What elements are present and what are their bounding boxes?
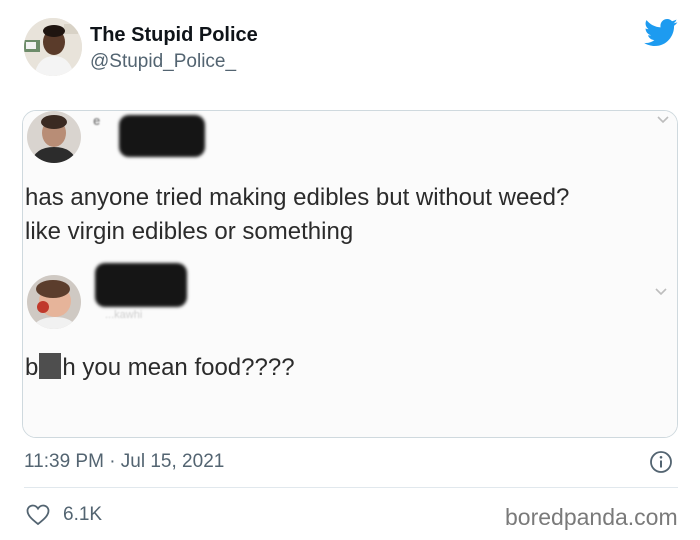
redaction-scribble bbox=[119, 115, 205, 157]
second-post-handle-fragment: ...kawhi bbox=[105, 309, 143, 321]
second-post-text-end: h you mean food???? bbox=[62, 354, 295, 381]
info-icon[interactable] bbox=[649, 450, 673, 474]
first-post-avatar bbox=[27, 111, 81, 163]
chevron-down-icon bbox=[655, 288, 667, 296]
redaction-scribble bbox=[95, 263, 187, 307]
tweet-timestamp[interactable]: 11:39 PM · Jul 15, 2021 bbox=[24, 451, 224, 473]
tweet-card: The Stupid Police @Stupid_Police_ e has … bbox=[0, 0, 700, 540]
like-count[interactable]: 6.1K bbox=[63, 504, 102, 526]
second-post-avatar bbox=[27, 275, 81, 329]
second-post-text-start: b bbox=[25, 354, 39, 381]
twitter-bird-icon[interactable] bbox=[644, 18, 678, 48]
author-display-name[interactable]: The Stupid Police bbox=[90, 24, 258, 47]
heart-icon[interactable] bbox=[26, 504, 50, 526]
first-post-text-line-1: has anyone tried making edibles but with… bbox=[25, 184, 570, 211]
author-handle[interactable]: @Stupid_Police_ bbox=[90, 51, 236, 73]
chevron-down-icon bbox=[657, 116, 669, 124]
censor-block bbox=[39, 353, 62, 379]
first-post-name-fragment: e bbox=[93, 113, 101, 128]
author-avatar[interactable] bbox=[24, 18, 82, 76]
second-post-text: b h you mean food???? bbox=[25, 351, 295, 385]
embedded-screenshot: e has anyone tried making edibles but wi… bbox=[23, 111, 677, 437]
embedded-media-card[interactable]: e has anyone tried making edibles but wi… bbox=[22, 110, 678, 438]
watermark: boredpanda.com bbox=[505, 504, 678, 530]
first-post-text-line-2: like virgin edibles or something bbox=[25, 218, 354, 245]
divider bbox=[24, 487, 678, 488]
